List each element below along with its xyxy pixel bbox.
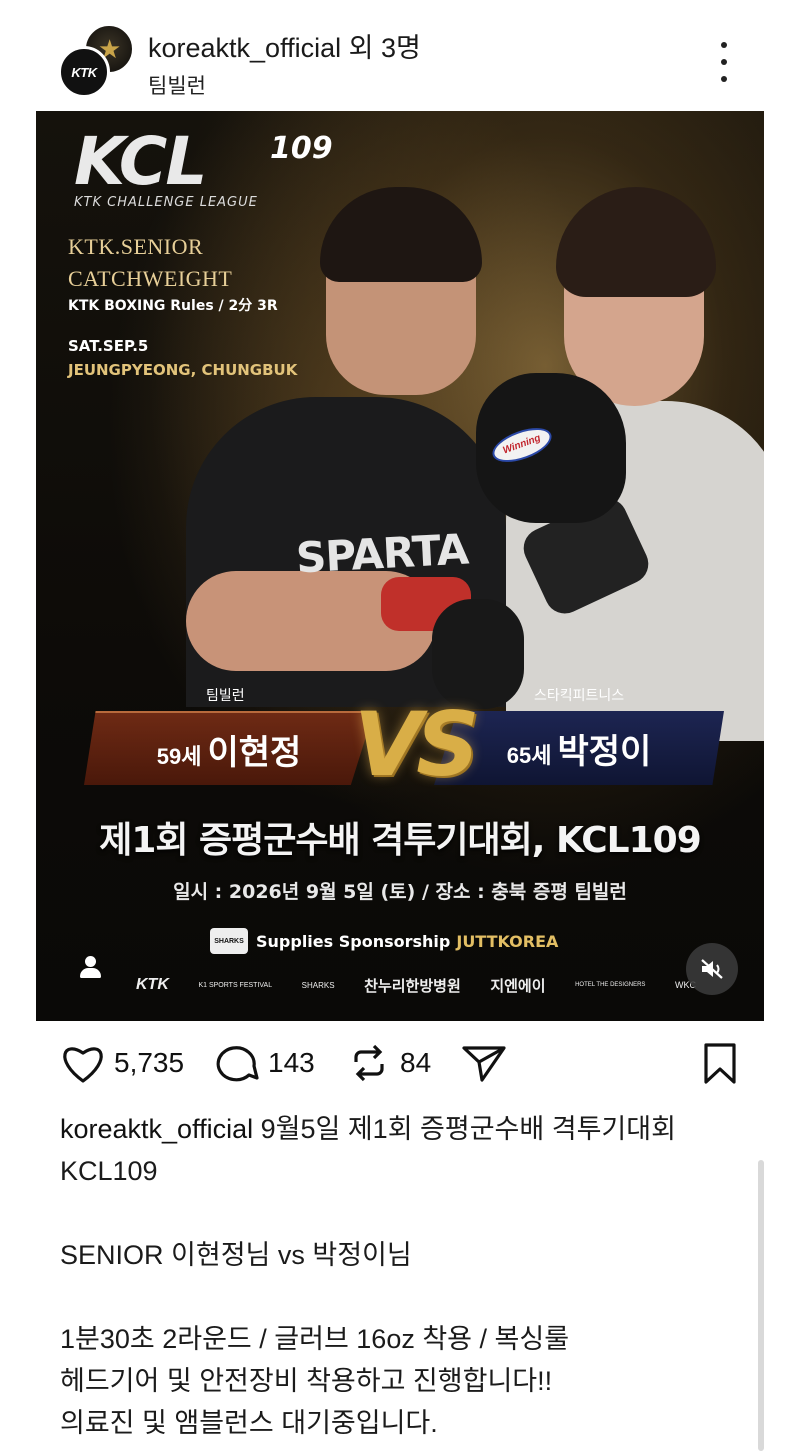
save-button[interactable] — [700, 1042, 740, 1091]
scrollbar[interactable] — [758, 1160, 764, 1451]
kcl-logo-number: 109 — [270, 131, 333, 166]
left-fighter-age: 59세 — [156, 743, 202, 769]
sponsor-logo-hospital: 찬누리한방병원 — [364, 977, 461, 995]
sponsor-logo-hotel: HOTEL THE DESIGNERS — [575, 982, 646, 988]
post-caption: koreaktk_official 9월5일 제1회 증평군수배 격투기대회 K… — [60, 1108, 750, 1444]
sponsor-logo-ktk: KTK — [136, 976, 169, 993]
sponsor-logo-sharks: SHARKS — [301, 980, 335, 990]
sponsor-logo-gna: 지엔에이 — [490, 977, 546, 995]
fighter-right-hair — [556, 187, 716, 297]
event-venue: JEUNGPYEONG, CHUNGBUK — [68, 361, 298, 379]
post-image[interactable]: SPARTA Winning KCL 109 KTK CHALLENGE LEA… — [36, 111, 764, 1021]
sponsor-line: SHARKS Supplies Sponsorship JUTTKOREA — [210, 927, 558, 955]
left-fighter-plate: 59세 이현정 — [84, 711, 374, 785]
right-fighter-name: 박정이 — [557, 732, 652, 771]
shirt-text: SPARTA — [294, 524, 470, 583]
comment-button[interactable]: 143 — [214, 1042, 315, 1084]
account-line[interactable]: koreaktk_official 외 3명 — [148, 26, 421, 65]
caption-handle[interactable]: koreaktk_official — [60, 1114, 253, 1144]
repost-count[interactable]: 84 — [400, 1047, 431, 1079]
right-fighter-age: 65세 — [506, 742, 552, 768]
location-label[interactable]: 팀빌런 — [148, 70, 206, 100]
sponsor-brand: JUTTKOREA — [456, 931, 559, 951]
avatar-text: KTK — [71, 64, 97, 80]
mute-icon[interactable] — [686, 943, 738, 995]
comment-count[interactable]: 143 — [268, 1047, 315, 1079]
event-title-line1: KTK.SENIOR — [68, 234, 204, 259]
share-button[interactable] — [460, 1042, 508, 1084]
bookmark-icon — [704, 1043, 736, 1084]
tagged-people-icon[interactable] — [76, 953, 104, 981]
vs-text: VS — [354, 693, 480, 796]
caption-line: 헤드기어 및 안전장비 착용하고 진행합니다!! — [60, 1366, 553, 1396]
more-options-icon[interactable] — [712, 42, 736, 82]
comment-icon — [216, 1046, 259, 1082]
sponsor-label: Supplies Sponsorship — [256, 931, 451, 951]
sponsor-badge: SHARKS — [210, 928, 248, 954]
left-fighter-name: 이현정 — [207, 733, 302, 772]
post-header: ★ KTK koreaktk_official 외 3명 팀빌런 — [0, 0, 800, 110]
kcl-logo-sub: KTK CHALLENGE LEAGUE — [74, 195, 258, 210]
kcl-logo: KCL 109 KTK CHALLENGE LEAGUE — [74, 123, 333, 211]
action-bar: 5,735 143 84 — [0, 1036, 800, 1096]
heart-icon — [63, 1047, 103, 1083]
right-team-label: 스타킥피트니스 — [534, 687, 625, 703]
poster-schedule: 일시 : 2026년 9월 5일 (토) / 장소 : 충북 증평 팀빌런 — [173, 881, 627, 903]
avatar[interactable]: KTK — [58, 46, 110, 98]
event-rules: KTK BOXING Rules / 2分 3R — [68, 298, 278, 314]
poster-main-title: 제1회 증평군수배 격투기대회, KCL109 — [99, 820, 702, 861]
event-title: KTK.SENIOR CATCHWEIGHT — [68, 231, 232, 295]
event-date: SAT.SEP.5 — [68, 337, 149, 355]
collab-avatars[interactable]: ★ KTK — [58, 24, 136, 98]
account-handle[interactable]: koreaktk_official — [148, 33, 341, 63]
repost-button[interactable]: 84 — [346, 1042, 431, 1084]
collaborators-count[interactable]: 외 3명 — [349, 33, 421, 63]
caption-line: 1분30초 2라운드 / 글러브 16oz 착용 / 복싱룰 — [60, 1324, 570, 1354]
caption-line: KCL109 — [60, 1156, 158, 1186]
caption-line: 의료진 및 앰블런스 대기중입니다. — [60, 1408, 438, 1438]
send-icon — [462, 1046, 506, 1082]
caption-line: SENIOR 이현정님 vs 박정이님 — [60, 1240, 412, 1270]
like-count[interactable]: 5,735 — [114, 1047, 184, 1079]
right-fighter-plate: 65세 박정이 — [434, 711, 724, 785]
event-title-line2: CATCHWEIGHT — [68, 266, 233, 291]
left-team-label: 팀빌런 — [206, 687, 245, 703]
sponsor-logos: KTK K1 SPORTS FESTIVAL SHARKS 찬누리한방병원 지엔… — [136, 967, 696, 1003]
repost-icon — [354, 1044, 384, 1082]
caption-line: 9월5일 제1회 증평군수배 격투기대회 — [260, 1114, 676, 1144]
sponsor-logo-k1: K1 SPORTS FESTIVAL — [198, 981, 273, 989]
kcl-logo-main: KCL — [74, 123, 207, 200]
like-button[interactable]: 5,735 — [60, 1042, 184, 1084]
fighter-left-hair — [320, 187, 482, 282]
